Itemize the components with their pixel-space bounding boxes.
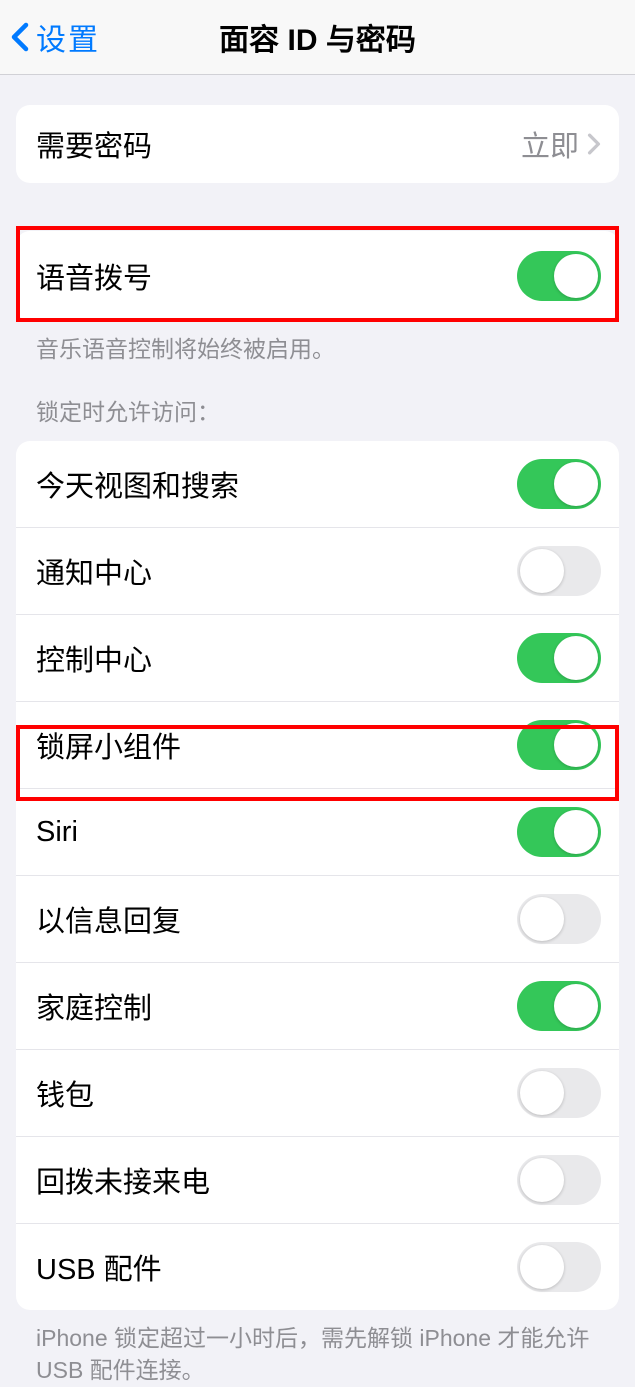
locked-item-label: 通知中心	[36, 550, 152, 592]
locked-item-row: 钱包	[16, 1050, 619, 1137]
back-label: 设置	[36, 15, 100, 59]
locked-item-row: USB 配件	[16, 1224, 619, 1310]
locked-item-toggle[interactable]	[517, 981, 601, 1031]
require-passcode-label: 需要密码	[36, 123, 152, 165]
locked-item-label: 锁屏小组件	[36, 724, 181, 766]
locked-item-label: 控制中心	[36, 637, 152, 679]
locked-item-label: USB 配件	[36, 1246, 162, 1288]
require-passcode-row[interactable]: 需要密码 立即	[16, 105, 619, 183]
page-title: 面容 ID 与密码	[219, 15, 416, 59]
locked-item-label: 钱包	[36, 1072, 94, 1114]
voice-dial-row: 语音拨号	[16, 231, 619, 321]
locked-item-label: 家庭控制	[36, 985, 152, 1027]
locked-item-row: 控制中心	[16, 615, 619, 702]
locked-item-toggle[interactable]	[517, 1155, 601, 1205]
locked-item-toggle[interactable]	[517, 1068, 601, 1118]
require-passcode-group: 需要密码 立即	[16, 105, 619, 183]
voice-dial-group: 语音拨号	[16, 231, 619, 321]
locked-access-footer: iPhone 锁定超过一小时后，需先解锁 iPhone 才能允许USB 配件连接…	[16, 1310, 619, 1386]
locked-item-row: 今天视图和搜索	[16, 441, 619, 528]
locked-item-toggle[interactable]	[517, 459, 601, 509]
voice-dial-toggle[interactable]	[517, 251, 601, 301]
locked-item-row: 回拨未接来电	[16, 1137, 619, 1224]
require-passcode-value: 立即	[521, 123, 601, 165]
chevron-right-icon	[587, 133, 601, 155]
locked-item-toggle[interactable]	[517, 807, 601, 857]
locked-item-row: 家庭控制	[16, 963, 619, 1050]
voice-dial-footer: 音乐语音控制将始终被启用。	[16, 321, 619, 365]
locked-item-label: 以信息回复	[36, 898, 181, 940]
locked-item-row: 锁屏小组件	[16, 702, 619, 789]
back-button[interactable]: 设置	[0, 15, 100, 59]
voice-dial-label: 语音拨号	[36, 255, 152, 297]
locked-item-row: Siri	[16, 789, 619, 876]
locked-item-toggle[interactable]	[517, 633, 601, 683]
locked-item-toggle[interactable]	[517, 546, 601, 596]
locked-access-header: 锁定时允许访问：	[16, 365, 619, 427]
nav-bar: 设置 面容 ID 与密码	[0, 0, 635, 75]
locked-item-label: 回拨未接来电	[36, 1159, 210, 1201]
locked-item-row: 通知中心	[16, 528, 619, 615]
chevron-left-icon	[10, 22, 30, 52]
locked-access-group: 今天视图和搜索通知中心控制中心锁屏小组件 Siri 以信息回复家庭控制钱包回拨未接来…	[16, 441, 619, 1310]
locked-item-toggle[interactable]	[517, 720, 601, 770]
locked-item-label: 今天视图和搜索	[36, 463, 239, 505]
locked-item-label: Siri	[36, 816, 78, 849]
locked-item-row: 以信息回复	[16, 876, 619, 963]
locked-item-toggle[interactable]	[517, 1242, 601, 1292]
locked-item-toggle[interactable]	[517, 894, 601, 944]
